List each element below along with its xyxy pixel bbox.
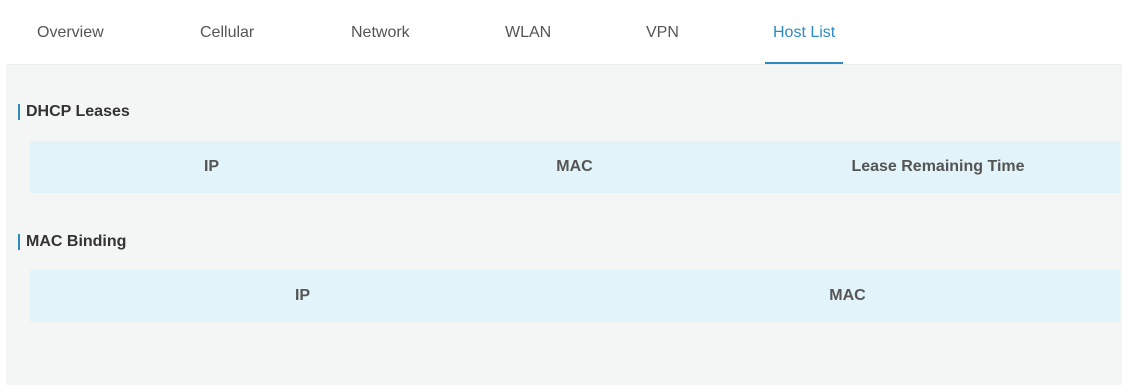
column-header-mac: MAC [556, 158, 593, 175]
mac-binding-section-title: MAC Binding [18, 232, 126, 252]
tab-host-list[interactable]: Host List [765, 8, 844, 64]
dhcp-leases-table-header: IP MAC Lease Remaining Time [30, 141, 1120, 193]
tab-bar: Overview Cellular Network WLAN VPN Host … [6, 8, 1122, 65]
column-header-ip: IP [203, 158, 220, 175]
tab-vpn[interactable]: VPN [646, 8, 679, 64]
dhcp-leases-title-text: DHCP Leases [26, 103, 130, 120]
tab-cellular[interactable]: Cellular [200, 8, 254, 64]
column-header-lease-remaining-time: Lease Remaining Time [851, 158, 1025, 175]
column-header-mac: MAC [829, 287, 866, 304]
tab-host-list-label: Host List [773, 24, 836, 41]
mac-binding-title-text: MAC Binding [26, 233, 127, 250]
tab-network[interactable]: Network [351, 8, 410, 64]
tab-overview[interactable]: Overview [37, 8, 104, 64]
dhcp-leases-section-title: DHCP Leases [18, 102, 130, 122]
section-marker [18, 104, 20, 120]
mac-binding-table-header: IP MAC [30, 270, 1120, 322]
status-page: Overview Cellular Network WLAN VPN Host … [6, 8, 1122, 385]
tab-wlan[interactable]: WLAN [505, 8, 551, 64]
active-tab-indicator [765, 62, 844, 64]
column-header-ip: IP [294, 287, 311, 304]
section-marker [18, 234, 20, 250]
